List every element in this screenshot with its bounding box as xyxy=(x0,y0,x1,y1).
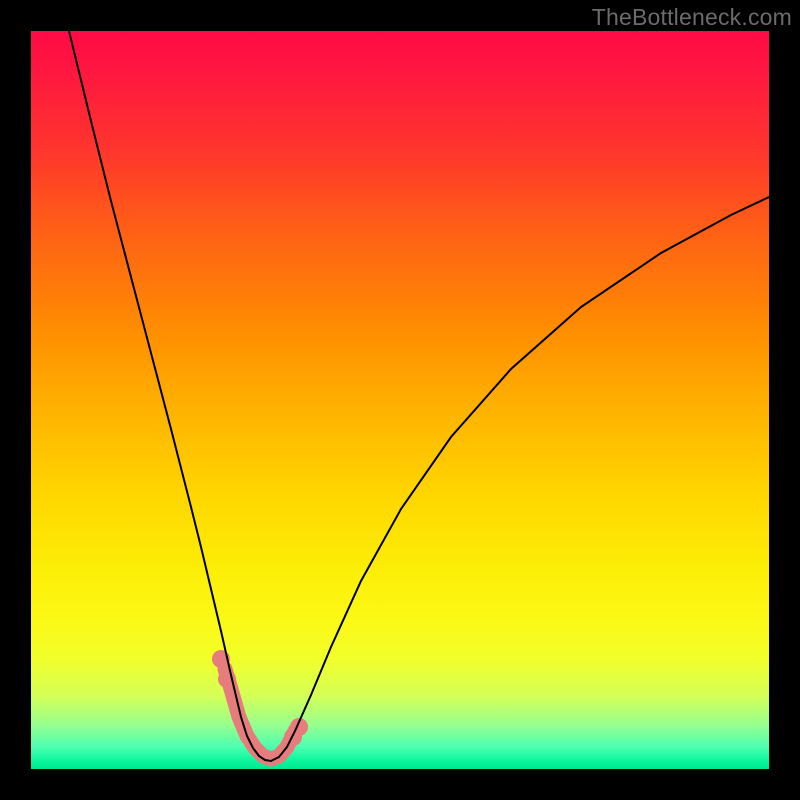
chart-frame: TheBottleneck.com xyxy=(0,0,800,800)
watermark-text: TheBottleneck.com xyxy=(592,4,792,31)
curve-layer xyxy=(31,31,769,769)
main-curve xyxy=(69,31,769,761)
plot-area xyxy=(31,31,769,769)
pink-segment xyxy=(225,669,295,759)
